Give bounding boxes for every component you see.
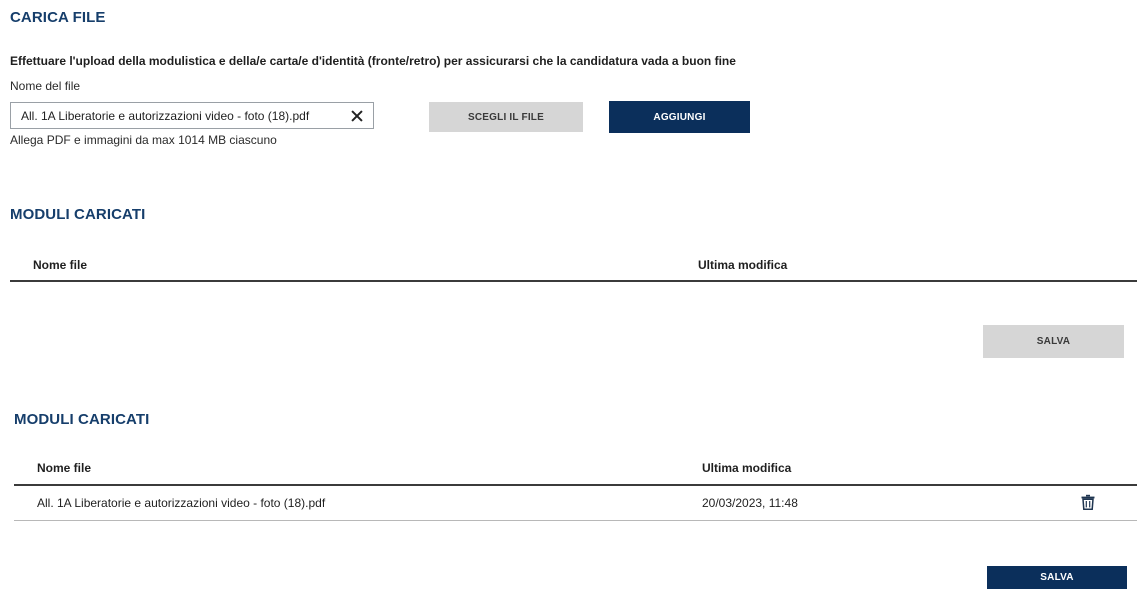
table-row: All. 1A Liberatorie e autorizzazioni vid…	[14, 486, 1137, 520]
row-last-modified: 20/03/2023, 11:48	[702, 496, 798, 510]
table-header-divider	[10, 280, 1137, 282]
column-header-last-modified: Ultima modifica	[702, 461, 792, 475]
column-header-last-modified: Ultima modifica	[698, 258, 788, 272]
upload-instructions: Effettuare l'upload della modulistica e …	[10, 54, 736, 68]
uploaded-modules-title: MODULI CARICATI	[14, 411, 150, 428]
file-name-field[interactable]: All. 1A Liberatorie e autorizzazioni vid…	[10, 102, 374, 129]
upload-title: CARICA FILE	[10, 9, 106, 26]
column-header-file-name: Nome file	[33, 258, 88, 272]
trash-icon[interactable]	[1081, 494, 1095, 510]
column-header-file-name: Nome file	[37, 461, 92, 475]
file-name-label: Nome del file	[10, 79, 81, 93]
row-divider	[14, 520, 1137, 521]
save-button-disabled[interactable]: SALVA	[983, 325, 1124, 358]
uploaded-modules-title: MODULI CARICATI	[10, 206, 146, 223]
file-name-value[interactable]: All. 1A Liberatorie e autorizzazioni vid…	[21, 109, 350, 123]
choose-file-button[interactable]: SCEGLI IL FILE	[429, 102, 583, 132]
add-button[interactable]: AGGIUNGI	[609, 101, 750, 133]
upload-hint: Allega PDF e immagini da max 1014 MB cia…	[10, 133, 277, 147]
row-file-name: All. 1A Liberatorie e autorizzazioni vid…	[37, 496, 326, 510]
save-button[interactable]: SALVA	[987, 566, 1127, 589]
close-icon[interactable]	[350, 109, 364, 123]
